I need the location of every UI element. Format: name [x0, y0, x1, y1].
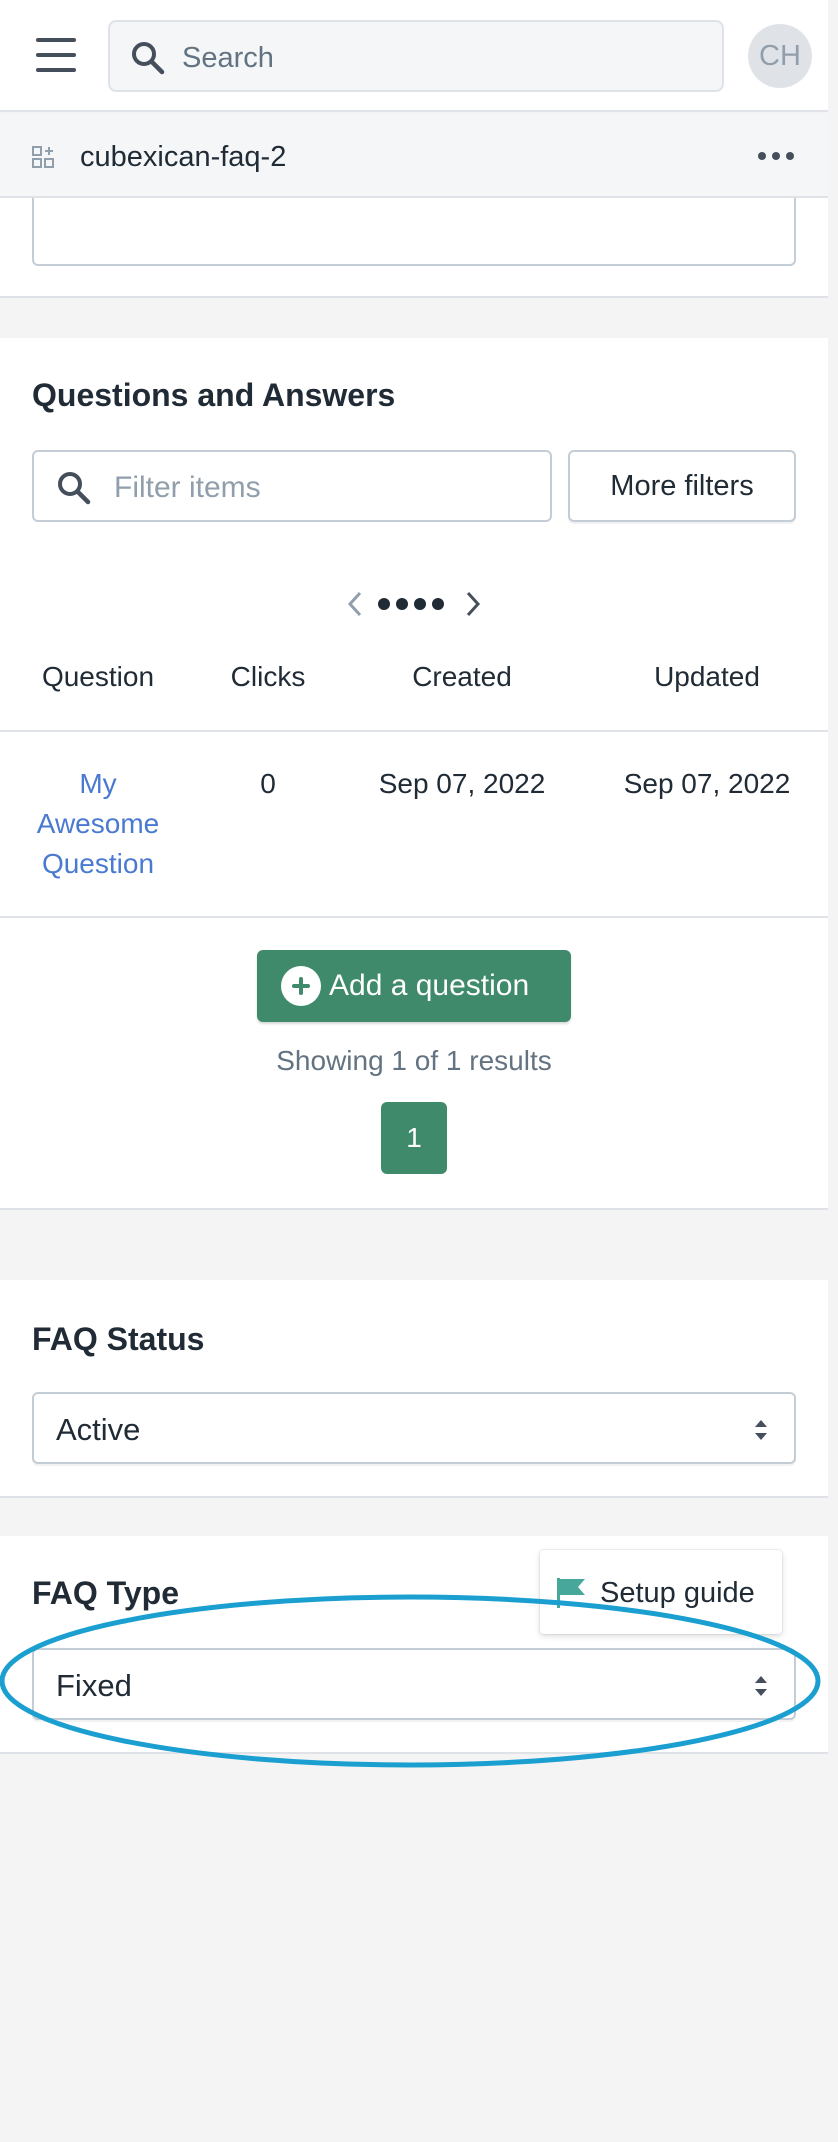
clicks-cell: 0: [260, 768, 276, 799]
updated-cell: Sep 07, 2022: [623, 768, 791, 799]
column-header-created[interactable]: Created: [362, 660, 562, 694]
app-bar: cubexican-faq-2: [0, 114, 828, 198]
section-title: FAQ Status: [32, 1321, 205, 1357]
top-bar: Search CH: [0, 0, 828, 112]
created-cell: Sep 07, 2022: [378, 768, 546, 799]
add-question-button[interactable]: Add a question: [257, 950, 571, 1022]
table-divider: [0, 916, 828, 918]
questions-answers-card: Questions and Answers Filter items More …: [0, 338, 828, 1208]
more-filters-button[interactable]: More filters: [568, 450, 796, 522]
page-button[interactable]: 1: [381, 1102, 447, 1174]
search-placeholder: Search: [182, 42, 274, 74]
pager-dot: [414, 598, 426, 610]
filter-input[interactable]: Filter items: [32, 450, 552, 522]
faq-type-card: FAQ Type Setup guide Fixed: [0, 1536, 828, 1752]
previous-section-card: [0, 198, 828, 296]
pager-dot: [432, 598, 444, 610]
pager-dot: [378, 598, 390, 610]
search-icon: [132, 42, 165, 75]
more-actions-icon[interactable]: [758, 150, 794, 162]
search-icon: [58, 472, 91, 505]
pager-dot: [396, 598, 408, 610]
select-arrows-icon: [755, 1676, 767, 1696]
avatar[interactable]: CH: [748, 24, 812, 88]
search-input[interactable]: Search: [108, 20, 724, 92]
text-area[interactable]: [32, 198, 796, 266]
apps-icon: [32, 146, 54, 168]
section-title: FAQ Type: [32, 1575, 179, 1611]
filter-placeholder: Filter items: [114, 471, 261, 504]
column-header-question[interactable]: Question: [18, 660, 178, 694]
table-divider: [0, 730, 828, 732]
column-header-updated[interactable]: Updated: [598, 660, 816, 694]
results-count: Showing 1 of 1 results: [276, 1045, 552, 1076]
question-link[interactable]: My Awesome Question: [18, 764, 178, 884]
setup-guide-button[interactable]: Setup guide: [540, 1550, 782, 1634]
plus-circle-icon: [281, 966, 321, 1006]
app-title: cubexican-faq-2: [80, 141, 287, 173]
chevron-left-icon[interactable]: [346, 590, 364, 618]
column-header-clicks[interactable]: Clicks: [208, 660, 328, 694]
setup-guide-label: Setup guide: [600, 1577, 755, 1609]
table-scroll-pager: [346, 586, 482, 622]
add-question-label: Add a question: [329, 969, 530, 1002]
faq-status-select[interactable]: Active: [32, 1392, 796, 1464]
select-value: Fixed: [56, 1668, 132, 1703]
faq-type-select[interactable]: Fixed: [32, 1648, 796, 1720]
flag-icon: [557, 1578, 585, 1608]
menu-icon[interactable]: [36, 38, 76, 72]
faq-status-card: FAQ Status Active: [0, 1280, 828, 1496]
section-title: Questions and Answers: [32, 377, 396, 413]
chevron-right-icon[interactable]: [464, 590, 482, 618]
select-arrows-icon: [755, 1420, 767, 1440]
select-value: Active: [56, 1412, 141, 1447]
